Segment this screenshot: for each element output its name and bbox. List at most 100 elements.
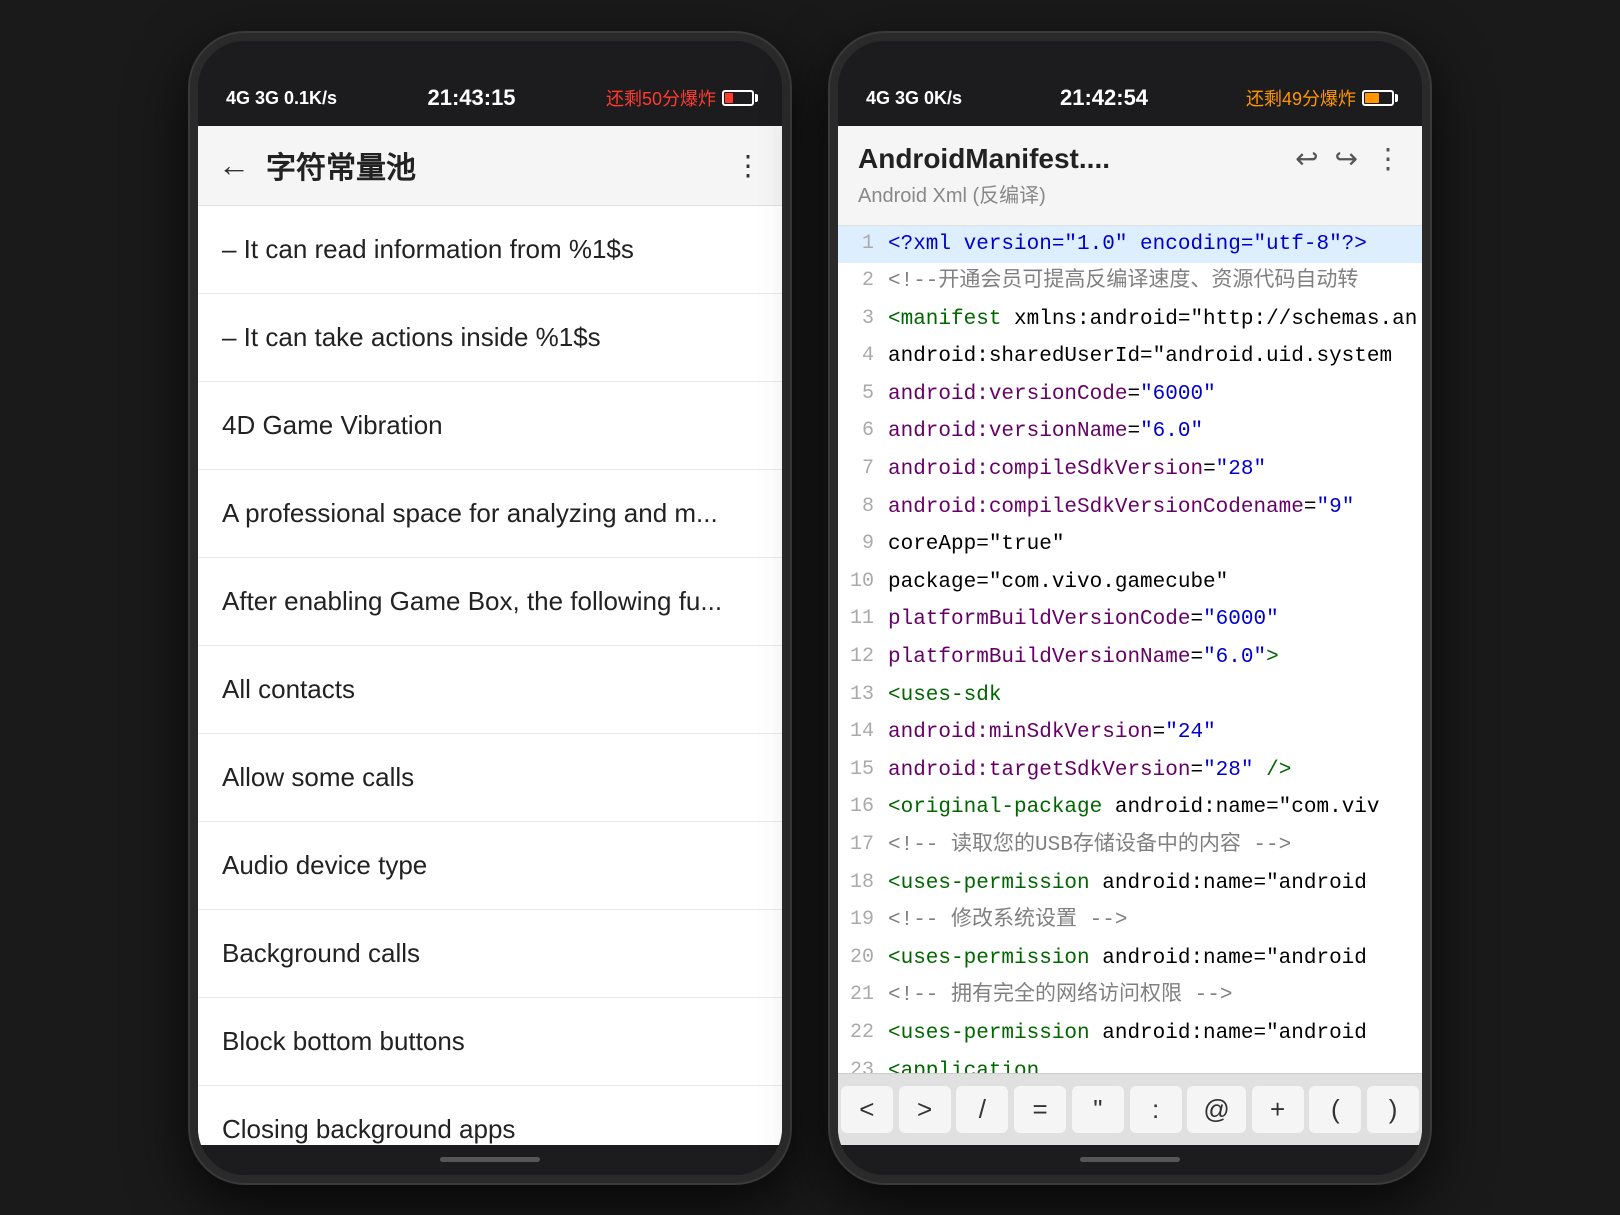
line-content: <!-- 读取您的USB存储设备中的内容 --> (888, 829, 1422, 863)
phone-right: 4G 3G 0K/s 21:42:54 还剩49分爆炸 AndroidManif… (830, 33, 1430, 1183)
line-content: <!-- 修改系统设置 --> (888, 904, 1422, 938)
list-item[interactable]: Block bottom buttons (198, 998, 782, 1086)
notch-left (198, 41, 782, 71)
line-number: 7 (838, 453, 888, 487)
keyboard-bar: <>/=":@+() (838, 1073, 1422, 1145)
xml-line[interactable]: 9 coreApp="true" (838, 526, 1422, 564)
xml-line[interactable]: 20 <uses-permission android:name="androi… (838, 940, 1422, 978)
line-number: 22 (838, 1017, 888, 1051)
xml-line[interactable]: 13 <uses-sdk (838, 677, 1422, 715)
list-item[interactable]: – It can take actions inside %1$s (198, 294, 782, 382)
xml-line[interactable]: 19 <!-- 修改系统设置 --> (838, 902, 1422, 940)
xml-line[interactable]: 6 android:versionName="6.0" (838, 413, 1422, 451)
keyboard-key[interactable]: : (1130, 1086, 1182, 1133)
home-indicator-left[interactable] (440, 1157, 540, 1162)
bottom-bar-left (198, 1145, 782, 1175)
line-content: coreApp="true" (888, 528, 1422, 562)
xml-line[interactable]: 5 android:versionCode="6000" (838, 376, 1422, 414)
xml-line[interactable]: 10 package="com.vivo.gamecube" (838, 564, 1422, 602)
keyboard-key[interactable]: < (841, 1086, 893, 1133)
status-left-info-right: 4G 3G 0K/s (866, 88, 962, 109)
list-item[interactable]: Allow some calls (198, 734, 782, 822)
keyboard-key[interactable]: > (899, 1086, 951, 1133)
bottom-bar-right (838, 1145, 1422, 1175)
keyboard-key[interactable]: + (1252, 1086, 1304, 1133)
line-number: 15 (838, 754, 888, 788)
xml-line[interactable]: 11 platformBuildVersionCode="6000" (838, 601, 1422, 639)
xml-line[interactable]: 8 android:compileSdkVersionCodename="9" (838, 489, 1422, 527)
xml-editor[interactable]: 1<?xml version="1.0" encoding="utf-8"?>2… (838, 226, 1422, 1073)
xml-line[interactable]: 23 <application (838, 1053, 1422, 1073)
xml-line[interactable]: 18 <uses-permission android:name="androi… (838, 865, 1422, 903)
xml-line[interactable]: 17 <!-- 读取您的USB存储设备中的内容 --> (838, 827, 1422, 865)
line-content: <original-package android:name="com.viv (888, 791, 1422, 825)
line-number: 19 (838, 904, 888, 938)
xml-line[interactable]: 14 android:minSdkVersion="24" (838, 714, 1422, 752)
line-number: 6 (838, 415, 888, 449)
list-item[interactable]: Closing background apps (198, 1086, 782, 1145)
xml-line[interactable]: 12 platformBuildVersionName="6.0"> (838, 639, 1422, 677)
line-content: package="com.vivo.gamecube" (888, 566, 1422, 600)
undo-button[interactable]: ↩ (1295, 142, 1318, 175)
signal-text-right: 4G 3G 0K/s (866, 88, 962, 109)
line-content: <uses-permission android:name="android (888, 867, 1422, 901)
line-content: android:compileSdkVersionCodename="9" (888, 491, 1422, 525)
line-number: 21 (838, 979, 888, 1013)
xml-line[interactable]: 15 android:targetSdkVersion="28" /> (838, 752, 1422, 790)
status-bar-left: 4G 3G 0.1K/s 21:43:15 还剩50分爆炸 (198, 71, 782, 126)
line-content: <manifest xmlns:android="http://schemas.… (888, 303, 1422, 337)
line-content: platformBuildVersionName="6.0"> (888, 641, 1422, 675)
list-item[interactable]: Audio device type (198, 822, 782, 910)
line-number: 16 (838, 791, 888, 825)
battery-icon-right (1362, 90, 1394, 106)
app-title-left: 字符常量池 (266, 143, 734, 187)
list-item[interactable]: A professional space for analyzing and m… (198, 470, 782, 558)
xml-line[interactable]: 1<?xml version="1.0" encoding="utf-8"?> (838, 226, 1422, 264)
line-content: <uses-sdk (888, 679, 1422, 713)
xml-line[interactable]: 2<!--开通会员可提高反编译速度、资源代码自动转 (838, 263, 1422, 301)
keyboard-key[interactable]: ( (1309, 1086, 1361, 1133)
battery-icon-left (722, 90, 754, 106)
xml-line[interactable]: 22 <uses-permission android:name="androi… (838, 1015, 1422, 1053)
battery-text-right: 还剩49分爆炸 (1246, 85, 1356, 111)
status-bar-right: 4G 3G 0K/s 21:42:54 还剩49分爆炸 (838, 71, 1422, 126)
line-number: 9 (838, 528, 888, 562)
xml-line[interactable]: 7 android:compileSdkVersion="28" (838, 451, 1422, 489)
redo-button[interactable]: ↪ (1335, 142, 1358, 175)
status-time-right: 21:42:54 (1060, 85, 1148, 111)
line-content: android:minSdkVersion="24" (888, 716, 1422, 750)
status-right-left: 还剩50分爆炸 (606, 85, 754, 111)
keyboard-key[interactable]: = (1014, 1086, 1066, 1133)
line-number: 11 (838, 603, 888, 637)
line-content: android:targetSdkVersion="28" /> (888, 754, 1422, 788)
line-content: <!-- 拥有完全的网络访问权限 --> (888, 979, 1422, 1013)
list-item[interactable]: All contacts (198, 646, 782, 734)
list-item[interactable]: Background calls (198, 910, 782, 998)
status-left-info: 4G 3G 0.1K/s (226, 88, 337, 109)
keyboard-key[interactable]: / (956, 1086, 1008, 1133)
line-number: 3 (838, 303, 888, 337)
keyboard-key[interactable]: @ (1187, 1086, 1245, 1133)
line-content: <?xml version="1.0" encoding="utf-8"?> (888, 228, 1422, 262)
xml-line[interactable]: 16 <original-package android:name="com.v… (838, 789, 1422, 827)
more-button-right[interactable]: ⋮ (1374, 142, 1402, 175)
app-content-right: AndroidManifest.... ↩ ↪ ⋮ Android Xml (反… (838, 126, 1422, 1145)
xml-line[interactable]: 4 android:sharedUserId="android.uid.syst… (838, 338, 1422, 376)
notch-right (838, 41, 1422, 71)
editor-actions: ↩ ↪ ⋮ (1295, 142, 1402, 175)
xml-line[interactable]: 3<manifest xmlns:android="http://schemas… (838, 301, 1422, 339)
line-number: 8 (838, 491, 888, 525)
home-indicator-right[interactable] (1080, 1157, 1180, 1162)
editor-subtitle: Android Xml (反编译) (858, 179, 1402, 208)
xml-line[interactable]: 21 <!-- 拥有完全的网络访问权限 --> (838, 977, 1422, 1015)
back-button-left[interactable]: ← (218, 147, 250, 184)
list-item[interactable]: 4D Game Vibration (198, 382, 782, 470)
status-time-left: 21:43:15 (427, 85, 515, 111)
list-item[interactable]: – It can read information from %1$s (198, 206, 782, 294)
more-button-left[interactable]: ⋮ (734, 149, 762, 182)
keyboard-key[interactable]: ) (1367, 1086, 1419, 1133)
line-content: android:sharedUserId="android.uid.system (888, 340, 1422, 374)
list-item[interactable]: After enabling Game Box, the following f… (198, 558, 782, 646)
line-number: 18 (838, 867, 888, 901)
keyboard-key[interactable]: " (1072, 1086, 1124, 1133)
